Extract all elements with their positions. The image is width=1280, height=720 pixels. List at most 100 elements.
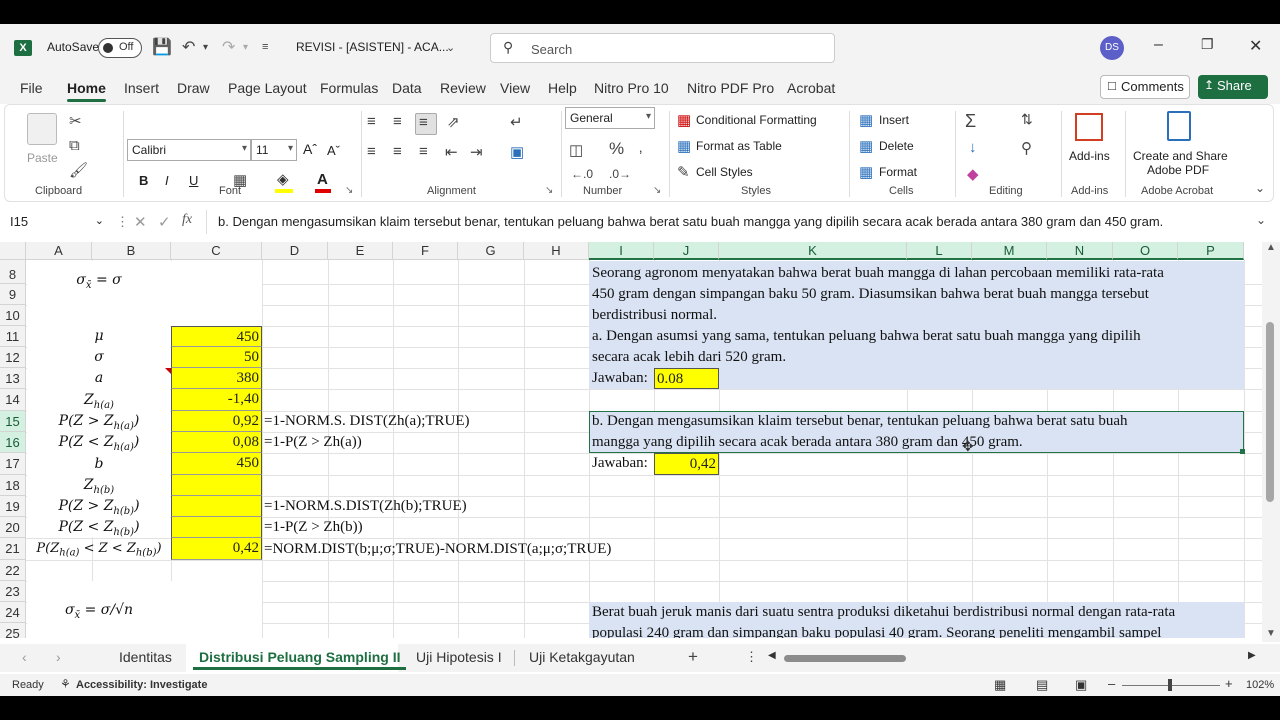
vertical-scroll-thumb[interactable]: [1266, 322, 1274, 502]
row-header[interactable]: 23: [0, 581, 26, 602]
sheet-tab-uji-hipotesis[interactable]: Uji Hipotesis I: [416, 649, 502, 665]
row-header[interactable]: 24: [0, 602, 26, 623]
wrap-text-icon[interactable]: ↵: [510, 113, 523, 131]
row-header[interactable]: 14: [0, 389, 26, 411]
vertical-scrollbar[interactable]: ▲ ▼: [1262, 242, 1280, 642]
column-header[interactable]: I: [589, 242, 654, 260]
row-header[interactable]: 13: [0, 368, 26, 389]
scroll-down-icon[interactable]: ▼: [1266, 628, 1276, 639]
collapse-ribbon-icon[interactable]: ⌄: [1255, 181, 1265, 195]
column-header[interactable]: O: [1113, 242, 1178, 260]
column-header[interactable]: K: [719, 242, 907, 260]
delete-cells-button[interactable]: Delete: [879, 139, 914, 153]
redo-icon[interactable]: ↷: [222, 37, 235, 57]
align-center-icon[interactable]: ≡: [393, 143, 402, 160]
italic-button[interactable]: I: [165, 173, 169, 188]
cell-c14[interactable]: -1,40: [171, 389, 262, 411]
problem-line-4[interactable]: a. Dengan asumsi yang sama, tentukan pel…: [592, 326, 1141, 347]
problem-line-2[interactable]: 450 gram dengan simpangan baku 50 gram. …: [592, 284, 1149, 305]
normal-view-icon[interactable]: ▦: [994, 677, 1006, 693]
column-header[interactable]: A: [26, 242, 92, 260]
align-right-icon[interactable]: ≡: [419, 143, 428, 160]
clear-icon[interactable]: ◆: [967, 165, 979, 183]
fill-color-icon[interactable]: ◈: [277, 170, 289, 188]
decrease-font-icon[interactable]: Aˇ: [327, 143, 340, 158]
zoom-in-icon[interactable]: +: [1225, 676, 1233, 691]
font-name-select[interactable]: Calibri ▾: [127, 139, 251, 161]
cell-d16[interactable]: =1-P(Z > Zh(a)): [264, 434, 362, 451]
cell-d15[interactable]: =1-NORM.S. DIST(Zh(a);TRUE): [264, 413, 470, 430]
create-share-line2[interactable]: Adobe PDF: [1147, 163, 1209, 177]
format-cells-button[interactable]: Format: [879, 165, 917, 179]
problem-line-3[interactable]: berdistribusi normal.: [592, 305, 717, 326]
problem-c-line-2[interactable]: populasi 240 gram dan simpangan baku pop…: [592, 623, 1161, 638]
page-break-view-icon[interactable]: ▣: [1075, 677, 1087, 693]
hscroll-left-icon[interactable]: ◀: [768, 650, 776, 661]
problem-c-line-1[interactable]: Berat buah jeruk manis dari suatu sentra…: [592, 602, 1175, 623]
cell-c11[interactable]: 450: [171, 326, 262, 347]
tab-nitro-pdf[interactable]: Nitro PDF Pro: [687, 80, 774, 96]
copy-icon[interactable]: ⧉: [69, 137, 80, 154]
problem-line-5[interactable]: secara acak lebih dari 520 gram.: [592, 347, 786, 368]
cell-c15[interactable]: 0,92: [171, 411, 262, 432]
cell-c18[interactable]: [171, 475, 262, 496]
paste-label[interactable]: Paste: [27, 151, 58, 165]
increase-font-icon[interactable]: Aˆ: [303, 141, 317, 157]
find-select-icon[interactable]: ⚲: [1021, 139, 1032, 157]
title-chevron-down-icon[interactable]: ⌄: [446, 41, 455, 54]
share-button[interactable]: ↥ Share: [1198, 75, 1268, 99]
problem-b-line-2[interactable]: mangga yang dipilih secara acak berada a…: [592, 432, 1023, 453]
percent-style-icon[interactable]: %: [609, 139, 624, 159]
decrease-indent-icon[interactable]: ⇤: [445, 143, 458, 161]
spreadsheet-grid[interactable]: A B C D E F G H I J K L M N O P 8 9 10 1…: [0, 242, 1262, 638]
insert-cells-button[interactable]: Insert: [879, 113, 909, 127]
cell-styles-button[interactable]: Cell Styles: [696, 165, 753, 179]
accessibility-status[interactable]: Accessibility: Investigate: [76, 679, 207, 691]
horizontal-scroll-thumb[interactable]: [784, 655, 906, 662]
format-painter-icon[interactable]: 🖌: [69, 161, 88, 179]
add-ins-icon[interactable]: [1075, 113, 1103, 141]
prev-sheet-icon[interactable]: ‹: [22, 649, 27, 665]
column-header[interactable]: P: [1178, 242, 1244, 260]
align-left-icon[interactable]: ≡: [367, 143, 376, 160]
cell-d20[interactable]: =1-P(Z > Zh(b)): [264, 519, 363, 536]
minimize-icon[interactable]: –: [1154, 36, 1163, 54]
hscroll-right-icon[interactable]: ▶: [1248, 650, 1256, 661]
tab-formulas[interactable]: Formulas: [320, 80, 378, 96]
autosave-toggle[interactable]: Off: [98, 38, 142, 58]
comma-style-icon[interactable]: ‚: [639, 139, 642, 156]
font-dialog-launcher-icon[interactable]: ↘: [345, 185, 353, 196]
expand-formula-bar-icon[interactable]: ⌄: [1256, 213, 1266, 227]
comment-indicator[interactable]: [165, 368, 171, 374]
cell-c12[interactable]: 50: [171, 347, 262, 368]
save-icon[interactable]: 💾: [152, 37, 172, 57]
sheet-tab-identitas[interactable]: Identitas: [119, 649, 172, 665]
number-format-select[interactable]: General ▾: [565, 107, 655, 129]
tab-acrobat[interactable]: Acrobat: [787, 80, 835, 96]
row-header[interactable]: 12: [0, 347, 26, 368]
column-header[interactable]: L: [907, 242, 972, 260]
tab-nitro-pro[interactable]: Nitro Pro 10: [594, 80, 669, 96]
jawaban-a-cell[interactable]: 0.08: [654, 368, 719, 389]
tab-file[interactable]: File: [20, 80, 43, 96]
insert-function-icon[interactable]: fx: [182, 212, 192, 228]
cell-d21[interactable]: =NORM.DIST(b;μ;σ;TRUE)-NORM.DIST(a;μ;σ;T…: [264, 541, 611, 558]
cell-c17[interactable]: 450: [171, 453, 262, 475]
undo-icon[interactable]: ↶: [182, 37, 195, 57]
cell-c19[interactable]: [171, 496, 262, 517]
conditional-formatting-button[interactable]: Conditional Formatting: [696, 113, 817, 127]
column-header[interactable]: C: [171, 242, 262, 260]
sort-filter-icon[interactable]: ⇅: [1021, 111, 1033, 128]
row-header[interactable]: 8: [0, 260, 26, 284]
row-header[interactable]: 18: [0, 475, 26, 496]
underline-button[interactable]: U: [189, 173, 198, 188]
alignment-dialog-launcher-icon[interactable]: ↘: [545, 185, 553, 196]
fill-icon[interactable]: ↓: [969, 139, 977, 156]
zoom-out-icon[interactable]: –: [1108, 676, 1115, 691]
column-header[interactable]: F: [393, 242, 458, 260]
tab-home[interactable]: Home: [67, 80, 106, 102]
row-header[interactable]: 9: [0, 284, 26, 305]
row-header[interactable]: 20: [0, 517, 26, 538]
paste-icon[interactable]: [27, 113, 57, 145]
number-dialog-launcher-icon[interactable]: ↘: [653, 185, 661, 196]
